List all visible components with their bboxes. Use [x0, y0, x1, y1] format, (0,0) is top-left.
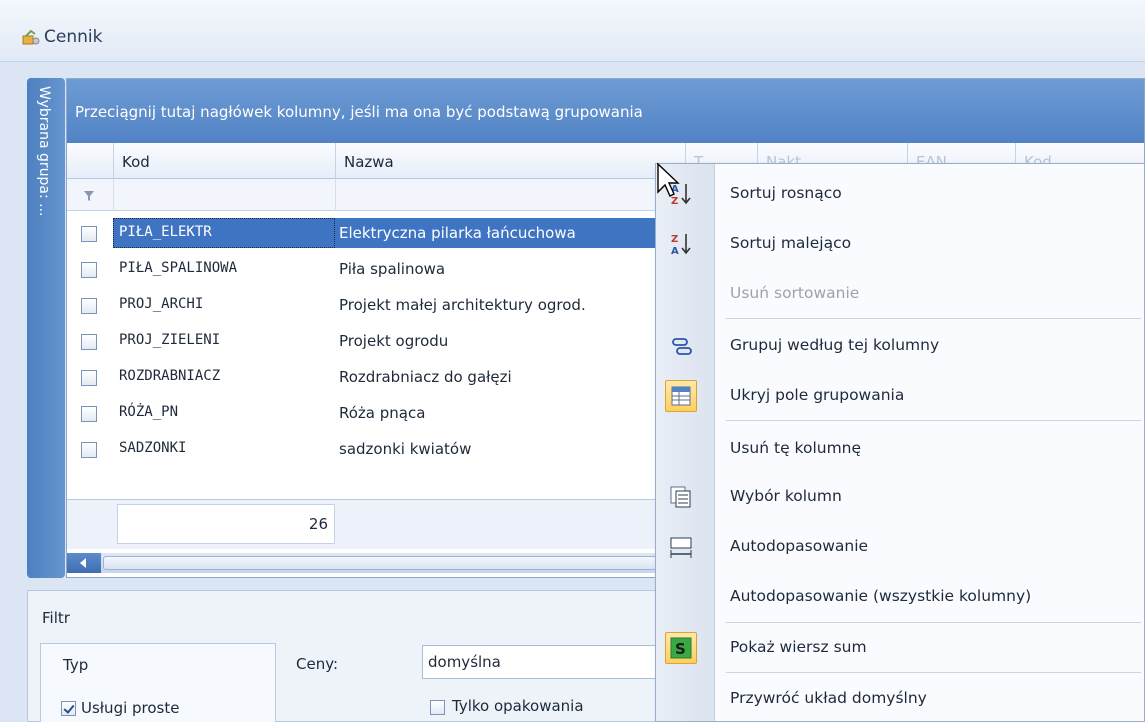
packaging-only-label: Tylko opakowania: [452, 697, 584, 715]
packaging-only-checkbox[interactable]: [430, 700, 445, 715]
menu-item-label: Ukryj pole grupowania: [730, 386, 905, 404]
simple-services-checkbox[interactable]: [61, 701, 76, 716]
cell-kod: PROJ_ARCHI: [119, 296, 204, 312]
filter-panel-title: Filtr: [42, 609, 70, 627]
menu-item-sort-descending[interactable]: Z A Sortuj malejąco: [656, 219, 1144, 269]
menu-item-column-chooser[interactable]: Wybór kolumn: [656, 472, 1144, 522]
menu-item-label: Przywróć układ domyślny: [730, 689, 927, 707]
cell-nazwa: sadzonki kwiatów: [339, 440, 472, 458]
menu-item-label: Autodopasowanie (wszystkie kolumny): [730, 587, 1032, 605]
row-checkbox[interactable]: [81, 298, 97, 314]
simple-services-label: Usługi proste: [81, 699, 180, 717]
group-by-panel[interactable]: Przeciągnij tutaj nagłówek kolumny, jeśl…: [67, 79, 1144, 143]
cell-kod: PIŁA_SPALINOWA: [119, 260, 238, 276]
menu-item-label: Sortuj rosnąco: [730, 184, 842, 202]
filter-panel: Filtr Typ Usługi proste Ceny: domyślna T…: [27, 590, 678, 722]
menu-item-remove-column[interactable]: Usuń tę kolumnę: [656, 424, 1144, 474]
row-checkbox[interactable]: [81, 226, 97, 242]
menu-item-label: Pokaż wiersz sum: [730, 638, 867, 656]
menu-item-label: Grupuj według tej kolumny: [730, 336, 940, 354]
cell-kod: RÓŻA_PN: [119, 404, 179, 420]
cell-kod: PROJ_ZIELENI: [119, 332, 221, 348]
column-header-kod[interactable]: Kod: [113, 143, 335, 179]
cell-nazwa: Projekt ogrodu: [339, 332, 449, 350]
column-header-nazwa[interactable]: Nazwa: [335, 143, 685, 179]
cell-nazwa: Piła spalinowa: [339, 260, 446, 278]
filter-cell-kod[interactable]: [113, 179, 335, 211]
prices-select[interactable]: domyślna: [422, 645, 678, 679]
menu-item-clear-sorting: Usuń sortowanie: [656, 269, 1144, 319]
menu-item-show-summary-row[interactable]: S Pokaż wiersz sum: [656, 623, 1144, 673]
group-panel-icon: [671, 386, 691, 406]
menu-item-label: Usuń sortowanie: [730, 284, 860, 302]
menu-item-label: Usuń tę kolumnę: [730, 439, 862, 457]
column-context-menu: A Z Sortuj rosnąco Z A Sortuj malejąco U…: [655, 163, 1145, 722]
sort-descending-icon: Z A: [671, 234, 691, 257]
type-group-box: Typ Usługi proste: [40, 643, 276, 722]
group-by-hint: Przeciągnij tutaj nagłówek kolumny, jeśl…: [75, 103, 643, 121]
svg-text:A: A: [671, 246, 679, 257]
window-title: Cennik: [44, 27, 103, 47]
price-list-icon: [22, 30, 40, 45]
group-side-tab[interactable]: Wybrana grupa: ...: [27, 78, 65, 578]
menu-item-label: Sortuj malejąco: [730, 234, 852, 252]
row-checkbox[interactable]: [81, 442, 97, 458]
svg-text:Z: Z: [671, 234, 678, 245]
window-titlebar: Cennik: [0, 0, 1145, 62]
menu-separator: [726, 318, 1141, 319]
group-by-icon: [672, 338, 692, 355]
header-select-cell[interactable]: [67, 143, 113, 179]
row-checkbox[interactable]: [81, 334, 97, 350]
type-label: Typ: [63, 656, 89, 674]
prices-label: Ceny:: [296, 655, 339, 673]
menu-item-label: Wybór kolumn: [730, 487, 842, 505]
menu-separator: [726, 420, 1141, 421]
menu-item-group-by-column[interactable]: Grupuj według tej kolumny: [656, 321, 1144, 371]
scrollbar-thumb[interactable]: [103, 556, 663, 570]
row-checkbox[interactable]: [81, 370, 97, 386]
best-fit-icon: [670, 537, 692, 558]
menu-separator: [726, 672, 1141, 673]
menu-item-best-fit-all-columns[interactable]: Autodopasowanie (wszystkie kolumny): [656, 572, 1144, 622]
column-chooser-icon: [670, 486, 691, 508]
cell-kod: PIŁA_ELEKTR: [119, 224, 212, 240]
cell-nazwa: Projekt małej architektury ogrod.: [339, 296, 586, 314]
filter-cell-nazwa[interactable]: [335, 179, 685, 211]
side-tab-label: Wybrana grupa: ...: [36, 86, 52, 217]
cell-nazwa: Róża pnąca: [339, 404, 426, 422]
cell-nazwa: Elektryczna pilarka łańcuchowa: [339, 224, 576, 242]
cell-kod: ROZDRABNIACZ: [119, 368, 221, 384]
menu-item-sort-ascending[interactable]: A Z Sortuj rosnąco: [656, 169, 1144, 219]
menu-item-hide-group-panel[interactable]: Ukryj pole grupowania: [656, 371, 1144, 421]
summary-count-cell: 26: [117, 504, 335, 544]
record-count: 26: [308, 515, 328, 533]
sum-icon: S: [670, 637, 692, 659]
menu-item-restore-default-layout[interactable]: Przywróć układ domyślny: [656, 674, 1144, 722]
mouse-cursor-icon: [657, 162, 680, 197]
menu-item-label: Autodopasowanie: [730, 537, 869, 555]
cell-nazwa: Rozdrabniacz do gałęzi: [339, 368, 512, 386]
menu-item-best-fit[interactable]: Autodopasowanie: [656, 522, 1144, 572]
prices-select-value: domyślna: [428, 653, 501, 671]
row-checkbox[interactable]: [81, 262, 97, 278]
scroll-left-arrow-icon[interactable]: [67, 553, 101, 573]
cell-kod: SADZONKI: [119, 440, 187, 456]
svg-text:S: S: [675, 640, 686, 658]
filter-icon[interactable]: [83, 190, 95, 202]
row-checkbox[interactable]: [81, 406, 97, 422]
